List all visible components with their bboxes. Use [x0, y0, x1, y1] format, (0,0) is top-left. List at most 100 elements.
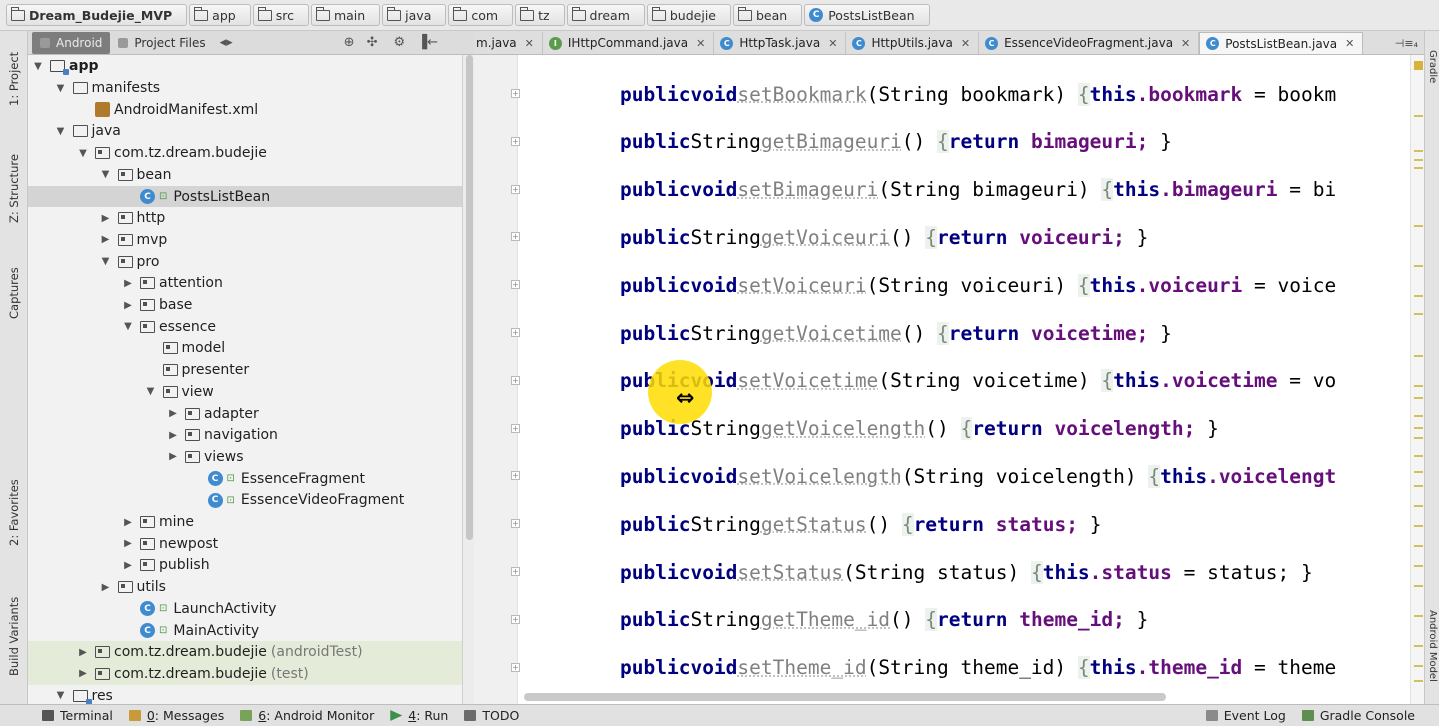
breadcrumb-item[interactable]: main — [310, 4, 381, 26]
expanded-arrow-icon[interactable]: ▼ — [32, 61, 44, 72]
collapsed-arrow-icon[interactable]: ▶ — [77, 647, 89, 658]
breadcrumb-item[interactable]: C PostsListBean — [804, 4, 930, 26]
warning-marker[interactable] — [1414, 427, 1423, 429]
warning-marker[interactable] — [1414, 150, 1423, 152]
fold-toggle-icon[interactable]: + — [511, 614, 520, 624]
close-tab-icon[interactable]: ✕ — [1181, 37, 1190, 50]
code-line[interactable]: public void setBookmark(String bookmark)… — [620, 79, 1336, 109]
warning-marker[interactable] — [1414, 415, 1423, 417]
project-tree[interactable]: ▼app▼manifests▶AndroidManifest.xml▼java▼… — [28, 55, 462, 704]
code-line[interactable]: public String getBimageuri() { return bi… — [620, 127, 1172, 157]
tree-row[interactable]: ▶ views — [28, 446, 462, 468]
breadcrumb-item[interactable]: app — [189, 4, 251, 26]
tree-row[interactable]: ▶presenter — [28, 359, 462, 381]
breadcrumb-item[interactable]: tz — [515, 4, 565, 26]
expanded-arrow-icon[interactable]: ▼ — [55, 83, 67, 94]
tree-row[interactable]: ▼ com.tz.dream.budejie — [28, 142, 462, 164]
tree-row[interactable]: ▼ res — [28, 685, 462, 704]
structure-tool-button[interactable]: Z: Structure — [3, 139, 25, 239]
editor-tab[interactable]: C PostsListBean.java ✕ — [1199, 32, 1364, 54]
tab-overflow-icon[interactable]: ⊣≡₄ — [1389, 32, 1424, 54]
fold-toggle-icon[interactable]: + — [511, 567, 520, 576]
close-tab-icon[interactable]: ✕ — [525, 37, 534, 50]
warning-marker[interactable] — [1414, 665, 1423, 667]
tree-row[interactable]: ▶ publish — [28, 555, 462, 577]
collapsed-arrow-icon[interactable]: ▶ — [167, 430, 179, 441]
settings-gear-icon[interactable]: ⚙ — [393, 35, 405, 50]
tree-row[interactable]: ▶ newpost — [28, 533, 462, 555]
fold-toggle-icon[interactable]: + — [511, 280, 520, 290]
tree-row[interactable]: ▶C⊡EssenceVideoFragment — [28, 490, 462, 512]
breadcrumb-item[interactable]: budejie — [646, 4, 731, 26]
editor-horizontal-scrollbar[interactable] — [524, 693, 1166, 701]
close-tab-icon[interactable]: ✕ — [1345, 37, 1354, 50]
tree-row[interactable]: ▶ http — [28, 207, 462, 229]
tree-row[interactable]: ▶ mvp — [28, 229, 462, 251]
editor-tab[interactable]: m.java ✕ — [474, 32, 543, 54]
editor-gutter[interactable]: + + + + + + + + + + + + + — [474, 55, 520, 704]
expanded-arrow-icon[interactable]: ▼ — [55, 690, 67, 701]
code-line[interactable]: public String getVoicelength() { return … — [620, 414, 1219, 444]
tree-row[interactable]: ▶ base — [28, 294, 462, 316]
switch-view-icon[interactable]: ◂▸ — [220, 35, 233, 50]
warning-marker[interactable] — [1414, 645, 1423, 647]
tree-row[interactable]: ▶C⊡LaunchActivity — [28, 598, 462, 620]
close-tab-icon[interactable]: ✕ — [961, 37, 970, 50]
tree-row[interactable]: ▼ view — [28, 381, 462, 403]
warning-marker[interactable] — [1414, 355, 1423, 357]
tree-row[interactable]: ▼ pro — [28, 251, 462, 273]
fold-toggle-icon[interactable]: + — [511, 232, 520, 242]
collapsed-arrow-icon[interactable]: ▶ — [122, 517, 134, 528]
breadcrumb-item[interactable]: java — [382, 4, 447, 26]
warning-marker[interactable] — [1414, 159, 1423, 161]
tree-row[interactable]: ▶AndroidManifest.xml — [28, 99, 462, 121]
warning-marker[interactable] — [1414, 115, 1423, 117]
breadcrumb-item[interactable]: bean — [733, 4, 803, 26]
run-button[interactable]: 4: Run — [384, 708, 458, 723]
code-line[interactable]: public void setVoicelength(String voicel… — [620, 461, 1336, 491]
code-editor[interactable]: + + + + + + + + + + + + + public void setBookmark(St… — [474, 55, 1424, 704]
expanded-arrow-icon[interactable]: ▼ — [100, 169, 112, 180]
warning-marker[interactable] — [1414, 265, 1423, 267]
warning-marker[interactable] — [1414, 585, 1423, 587]
warning-marker[interactable] — [1414, 565, 1423, 567]
gradle-console-button[interactable]: Gradle Console — [1296, 708, 1425, 723]
expanded-arrow-icon[interactable]: ▼ — [100, 256, 112, 267]
fold-toggle-icon[interactable]: + — [511, 662, 520, 672]
inspection-status-icon[interactable] — [1414, 61, 1423, 70]
code-line[interactable]: public String getVoiceuri() { return voi… — [620, 222, 1148, 252]
project-tool-button[interactable]: 1: Project — [3, 37, 25, 121]
fold-toggle-icon[interactable]: + — [511, 89, 520, 98]
android-view-tab[interactable]: Android — [32, 31, 111, 54]
warning-marker[interactable] — [1414, 471, 1423, 473]
breadcrumb-item[interactable]: src — [252, 4, 309, 26]
warning-marker[interactable] — [1414, 485, 1423, 487]
tree-row[interactable]: ▶ attention — [28, 273, 462, 295]
expanded-arrow-icon[interactable]: ▼ — [145, 386, 157, 397]
warning-marker[interactable] — [1414, 437, 1423, 439]
favorites-tool-button[interactable]: 2: Favorites — [3, 463, 25, 563]
collapsed-arrow-icon[interactable]: ▶ — [122, 538, 134, 549]
fold-toggle-icon[interactable]: + — [511, 375, 520, 385]
warning-marker[interactable] — [1414, 455, 1423, 457]
tree-scrollbar[interactable] — [462, 55, 474, 704]
fold-toggle-icon[interactable]: + — [511, 519, 520, 529]
tree-row[interactable]: ▶ utils — [28, 576, 462, 598]
collapsed-arrow-icon[interactable]: ▶ — [100, 234, 112, 245]
todo-button[interactable]: TODO — [458, 708, 529, 723]
code-line[interactable]: public String getTheme_id() { return the… — [620, 605, 1148, 635]
android-monitor-button[interactable]: 6: Android Monitor — [234, 708, 384, 723]
warning-marker[interactable] — [1414, 397, 1423, 399]
terminal-button[interactable]: Terminal — [36, 708, 123, 723]
build-variants-tool-button[interactable]: Build Variants — [3, 581, 25, 691]
gradle-tool-button[interactable]: Gradle — [1425, 37, 1439, 97]
editor-tab[interactable]: C HttpTask.java ✕ — [714, 32, 847, 54]
fold-toggle-icon[interactable]: + — [511, 184, 520, 194]
collapse-all-icon[interactable]: ✣ — [367, 35, 378, 50]
fold-toggle-icon[interactable]: + — [511, 136, 520, 146]
fold-toggle-icon[interactable]: + — [511, 423, 520, 433]
hide-panel-icon[interactable]: ▐← — [417, 35, 438, 50]
close-tab-icon[interactable]: ✕ — [828, 37, 837, 50]
tree-row[interactable]: ▶ com.tz.dream.budejie (test) — [28, 663, 462, 685]
tree-row[interactable]: ▼ app — [28, 56, 462, 78]
